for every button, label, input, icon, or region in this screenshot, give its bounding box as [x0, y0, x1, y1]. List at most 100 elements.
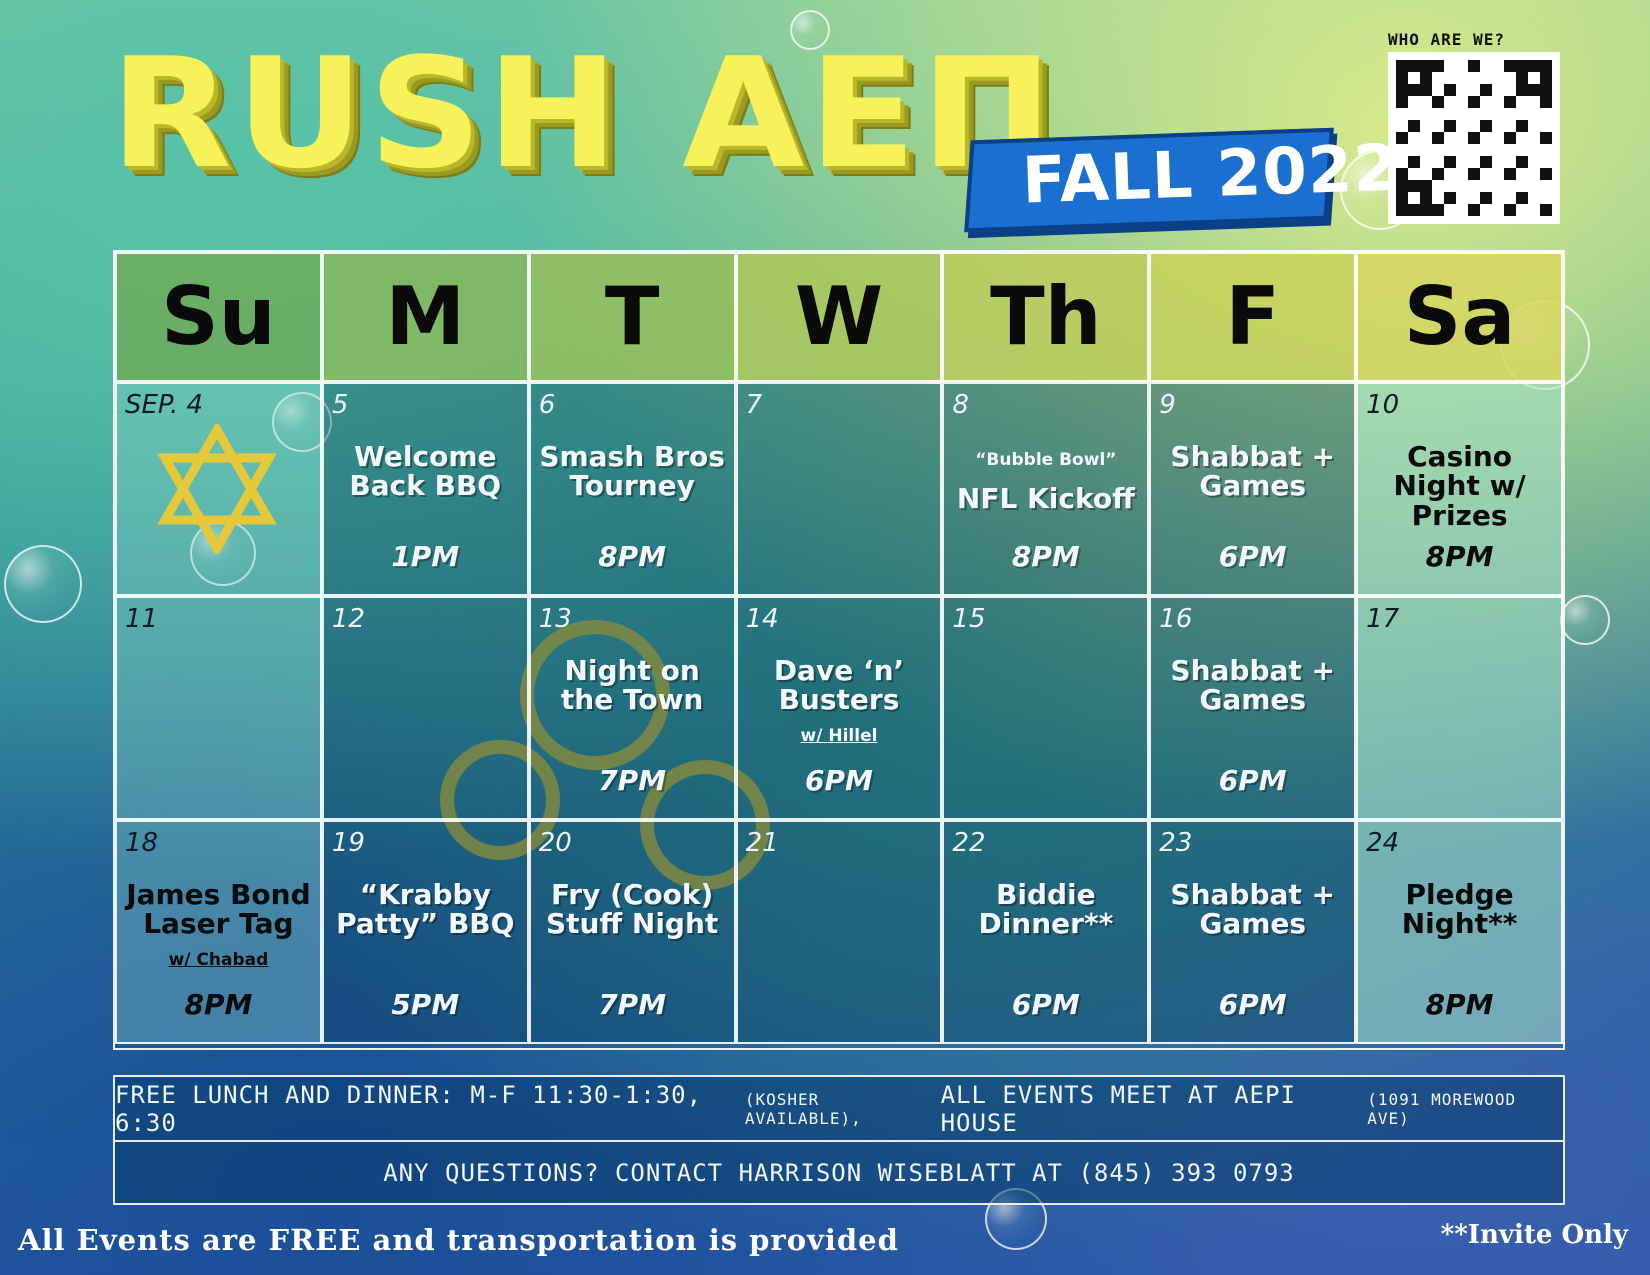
qr-module: [1420, 120, 1432, 132]
day-number: 5: [331, 390, 349, 420]
qr-module: [1504, 84, 1516, 96]
qr-module: [1396, 72, 1408, 84]
qr-module: [1540, 144, 1552, 156]
qr-module: [1480, 132, 1492, 144]
qr-module: [1504, 204, 1516, 216]
event-title: Pledge Night**: [1401, 878, 1518, 941]
contact-info: ANY QUESTIONS? CONTACT HARRISON WISEBLAT…: [115, 1140, 1563, 1203]
qr-module: [1492, 156, 1504, 168]
qr-module: [1456, 144, 1468, 156]
qr-module: [1528, 132, 1540, 144]
qr-module: [1480, 108, 1492, 120]
qr-module: [1516, 192, 1528, 204]
qr-module: [1396, 204, 1408, 216]
calendar-day-cell: 20 Fry (Cook) Stuff Night 7PM: [528, 820, 736, 1044]
qr-module: [1516, 84, 1528, 96]
qr-module: [1420, 132, 1432, 144]
info-box: FREE LUNCH AND DINNER: M-F 11:30-1:30, 6…: [113, 1075, 1565, 1205]
weekday-header: T: [528, 252, 736, 382]
qr-module: [1432, 204, 1444, 216]
qr-module: [1468, 60, 1480, 72]
qr-module: [1516, 108, 1528, 120]
qr-module: [1468, 144, 1480, 156]
qr-module: [1528, 60, 1540, 72]
qr-module: [1420, 180, 1432, 192]
qr-module: [1468, 120, 1480, 132]
weekday-header: W: [735, 252, 943, 382]
event-subtitle: “Bubble Bowl”: [975, 450, 1117, 470]
calendar-day-cell: 24 Pledge Night** 8PM: [1356, 820, 1563, 1044]
event-title: Smash Bros Tourney: [539, 440, 725, 503]
qr-module: [1528, 156, 1540, 168]
event-title: James Bond Laser Tag: [126, 878, 311, 941]
qr-module: [1408, 204, 1420, 216]
calendar-day-cell: 22 Biddie Dinner** 6PM: [942, 820, 1150, 1044]
qr-module: [1492, 60, 1504, 72]
qr-module: [1432, 120, 1444, 132]
event-title: NFL Kickoff: [956, 482, 1135, 515]
qr-module: [1504, 60, 1516, 72]
footer-invite-note: **Invite Only: [1440, 1220, 1628, 1250]
qr-module: [1480, 168, 1492, 180]
calendar-day-cell: SEP. 4: [115, 382, 322, 596]
calendar-day-cell: 21: [735, 820, 943, 1044]
event-time: 7PM: [598, 764, 667, 797]
qr-module: [1528, 108, 1540, 120]
qr-module: [1540, 60, 1552, 72]
qr-module: [1432, 180, 1444, 192]
weekday-header: Sa: [1356, 252, 1563, 382]
qr-module: [1456, 204, 1468, 216]
page-title: RUSH AEΠ: [110, 25, 1058, 202]
event-title: Shabbat + Games: [1170, 878, 1335, 941]
qr-module: [1420, 204, 1432, 216]
qr-module: [1468, 156, 1480, 168]
qr-module: [1516, 120, 1528, 132]
qr-module: [1528, 72, 1540, 84]
qr-module: [1480, 144, 1492, 156]
qr-module: [1432, 84, 1444, 96]
qr-module: [1420, 84, 1432, 96]
qr-module: [1528, 120, 1540, 132]
address-note: (1091 MOREWOOD AVE): [1367, 1089, 1517, 1128]
qr-module: [1480, 84, 1492, 96]
event-title: Welcome Back BBQ: [349, 440, 502, 503]
qr-module: [1408, 144, 1420, 156]
qr-module: [1444, 120, 1456, 132]
qr-module: [1444, 60, 1456, 72]
day-number: 18: [125, 828, 159, 858]
event-title: Fry (Cook) Stuff Night: [545, 878, 719, 941]
qr-module: [1444, 144, 1456, 156]
day-number: 8: [952, 390, 969, 420]
qr-module: [1408, 72, 1420, 84]
qr-code[interactable]: [1388, 52, 1560, 224]
event-title: Biddie Dinner**: [978, 878, 1114, 941]
day-number: 24: [1366, 828, 1400, 858]
qr-module: [1468, 84, 1480, 96]
calendar-day-cell: 8 “Bubble Bowl” NFL Kickoff 8PM: [942, 382, 1150, 596]
qr-module: [1396, 84, 1408, 96]
footer-free-note: All Events are FREE and transportation i…: [18, 1223, 899, 1257]
qr-module: [1396, 120, 1408, 132]
qr-module: [1540, 192, 1552, 204]
qr-module: [1492, 120, 1504, 132]
day-number: 19: [331, 828, 365, 858]
qr-module: [1480, 180, 1492, 192]
qr-module: [1456, 168, 1468, 180]
qr-module: [1492, 192, 1504, 204]
qr-module: [1528, 204, 1540, 216]
event-time: 7PM: [598, 988, 667, 1021]
event-title: Night on the Town: [560, 654, 704, 717]
qr-module: [1480, 60, 1492, 72]
event-title: Shabbat + Games: [1170, 440, 1335, 503]
meals-info: FREE LUNCH AND DINNER: M-F 11:30-1:30, 6…: [115, 1077, 1563, 1140]
bubble-decoration: [4, 545, 82, 623]
event-time: 8PM: [598, 540, 667, 573]
qr-module: [1516, 96, 1528, 108]
event-time: 8PM: [1425, 540, 1494, 573]
event-time: 8PM: [1425, 988, 1494, 1021]
qr-module: [1516, 180, 1528, 192]
qr-module: [1420, 192, 1432, 204]
qr-module: [1468, 132, 1480, 144]
kosher-note: (KOSHER AVAILABLE),: [744, 1089, 862, 1128]
star-of-david-icon: [157, 424, 277, 554]
